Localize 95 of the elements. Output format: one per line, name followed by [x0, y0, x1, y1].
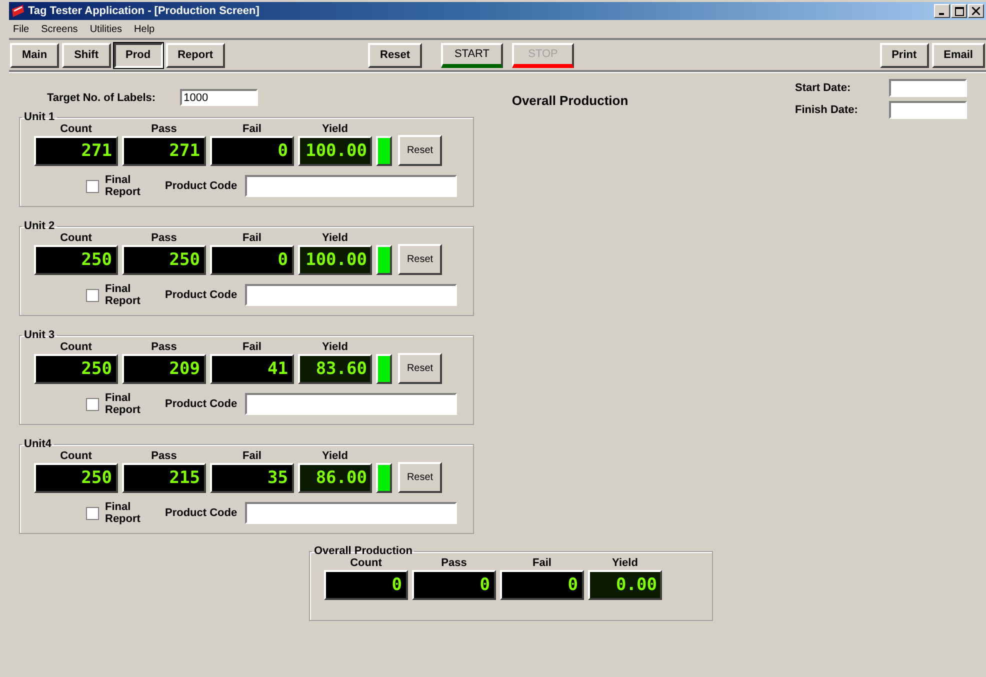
overall-title: Overall Production [313, 545, 414, 557]
status-light [376, 136, 392, 166]
maximize-icon [954, 6, 964, 16]
digital-display: 41 [210, 354, 294, 384]
column-label: Yield [322, 232, 348, 244]
column-label: Count [350, 557, 382, 569]
digital-display: 0 [412, 570, 496, 600]
digital-display: 0 [500, 570, 584, 600]
column-label: Yield [322, 450, 348, 462]
window-title: Tag Tester Application - [Production Screen] [28, 5, 260, 17]
date-field[interactable] [889, 79, 967, 97]
nav-button[interactable]: Main [10, 42, 60, 68]
column-label: Yield [322, 341, 348, 353]
close-button[interactable] [968, 4, 984, 18]
reset-button[interactable]: Reset [368, 42, 422, 68]
menu-item[interactable]: Screens [41, 24, 78, 34]
product-code-field[interactable] [245, 393, 458, 415]
status-light [376, 245, 392, 275]
unit-title: Unit 3 [23, 329, 56, 341]
checkbox-label: Final Report [105, 501, 142, 525]
column-label: Pass [441, 557, 467, 569]
digital-display: 0.00 [588, 570, 662, 600]
digital-display: 86.00 [298, 463, 372, 493]
digital-display: 271 [122, 136, 206, 166]
column-label: Yield [612, 557, 638, 569]
checkbox-label: Final Report [105, 174, 142, 198]
nav-button[interactable]: Shift [62, 42, 111, 68]
nav-button[interactable]: Report [166, 42, 226, 68]
maximize-button[interactable] [951, 4, 967, 18]
product-code-label: Product Code [165, 180, 238, 192]
unit-title: Unit4 [23, 438, 52, 450]
column-label: Pass [151, 232, 177, 244]
product-code-field[interactable] [245, 284, 458, 306]
product-code-field[interactable] [245, 175, 458, 197]
product-code-field[interactable] [245, 502, 458, 524]
column-label: Yield [322, 123, 348, 135]
column-label: Count [60, 341, 92, 353]
digital-display: 0 [210, 136, 294, 166]
reset-button[interactable]: Reset [398, 462, 442, 493]
start-button[interactable]: START [441, 42, 503, 68]
unit-title: Unit 1 [23, 111, 56, 123]
product-code-label: Product Code [165, 289, 238, 301]
reset-button[interactable]: Reset [398, 244, 442, 275]
target-field[interactable]: 1000 [180, 89, 258, 106]
menu-item[interactable]: Help [134, 24, 155, 34]
menu-item[interactable]: File [13, 24, 30, 34]
date-label: Finish Date: [795, 104, 859, 116]
toolbar-button[interactable]: Email [932, 42, 985, 68]
column-label: Count [60, 450, 92, 462]
column-label: Count [60, 232, 92, 244]
product-code-label: Product Code [165, 507, 238, 519]
toolbar-button[interactable]: Print [880, 42, 929, 68]
digital-display: 100.00 [298, 245, 372, 275]
target-label: Target No. of Labels: [47, 92, 156, 104]
status-light [376, 354, 392, 384]
column-label: Fail [532, 557, 552, 569]
status-light [376, 463, 392, 493]
digital-display: 250 [34, 354, 118, 384]
digital-display: 100.00 [298, 136, 372, 166]
checkbox[interactable] [86, 506, 99, 520]
unit-title: Unit 2 [23, 220, 56, 232]
digital-display: 83.60 [298, 354, 372, 384]
digital-display: 215 [122, 463, 206, 493]
digital-display: 0 [210, 245, 294, 275]
nav-button[interactable]: Prod [114, 42, 163, 68]
product-code-label: Product Code [165, 398, 238, 410]
digital-display: 250 [122, 245, 206, 275]
checkbox-label: Final Report [105, 283, 142, 307]
column-label: Count [60, 123, 92, 135]
checkbox[interactable] [86, 180, 99, 192]
column-label: Fail [242, 232, 262, 244]
column-label: Fail [242, 450, 262, 462]
digital-display: 250 [34, 245, 118, 275]
menu-item[interactable]: Utilities [90, 24, 122, 34]
column-label: Fail [242, 123, 262, 135]
tag-icon [11, 4, 25, 18]
column-label: Fail [242, 341, 262, 353]
column-label: Pass [151, 450, 177, 462]
reset-button[interactable]: Reset [398, 135, 442, 166]
digital-display: 250 [34, 463, 118, 493]
digital-display: 271 [34, 136, 118, 166]
close-icon [972, 7, 980, 15]
checkbox[interactable] [86, 398, 99, 410]
minimize-button[interactable] [934, 4, 950, 18]
date-field[interactable] [889, 101, 967, 119]
digital-display: 35 [210, 463, 294, 493]
digital-display: 209 [122, 354, 206, 384]
reset-button[interactable]: Reset [398, 353, 442, 384]
checkbox[interactable] [86, 288, 99, 302]
digital-display: 0 [324, 570, 408, 600]
section-heading: Overall Production [512, 93, 628, 108]
column-label: Pass [151, 341, 177, 353]
date-label: Start Date: [795, 82, 852, 94]
checkbox-label: Final Report [105, 392, 142, 416]
column-label: Pass [151, 123, 177, 135]
